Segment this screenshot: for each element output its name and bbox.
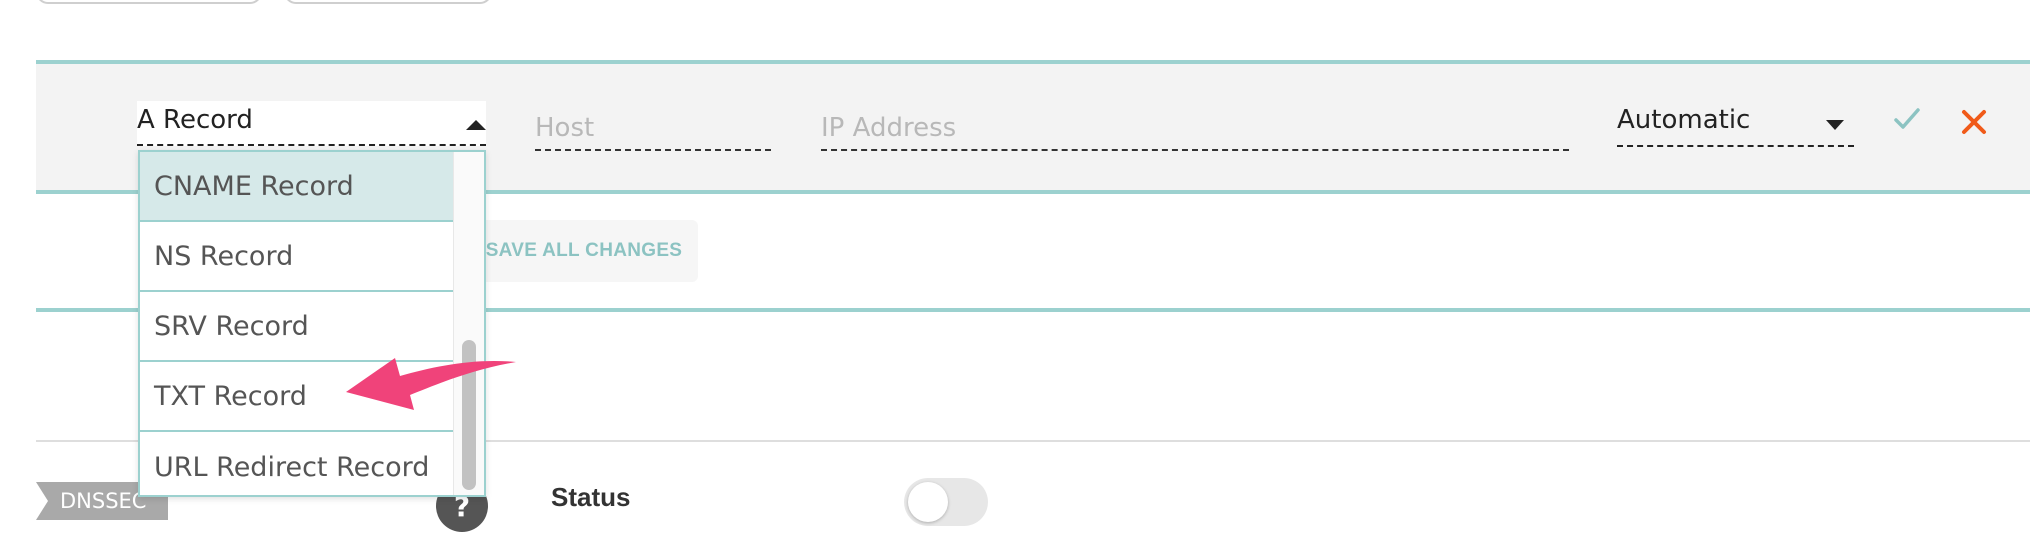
host-placeholder: Host <box>535 113 595 143</box>
caret-down-icon <box>1826 120 1844 130</box>
check-icon[interactable] <box>1893 105 1921 133</box>
status-label: Status <box>551 482 631 512</box>
host-input[interactable]: Host <box>535 105 771 151</box>
top-button-left[interactable] <box>36 0 262 4</box>
ip-address-input[interactable]: IP Address <box>821 105 1569 151</box>
dropdown-scrollbar[interactable] <box>453 152 484 495</box>
caret-up-icon <box>466 120 486 130</box>
record-type-select[interactable]: A Record <box>137 101 486 146</box>
close-icon[interactable] <box>1960 108 1988 136</box>
option-url-redirect-record[interactable]: URL Redirect Record <box>140 432 456 495</box>
dnssec-status-toggle[interactable] <box>904 478 988 526</box>
annotation-arrow <box>346 358 516 410</box>
ip-address-placeholder: IP Address <box>821 113 957 143</box>
record-type-value: A Record <box>137 105 253 135</box>
ttl-value: Automatic <box>1617 105 1751 135</box>
save-all-changes-button[interactable]: SAVE ALL CHANGES <box>470 220 698 282</box>
top-button-right[interactable] <box>284 0 492 4</box>
ttl-select[interactable]: Automatic <box>1617 101 1854 147</box>
toggle-knob <box>908 482 948 522</box>
record-type-dropdown: CNAME Record NS Record SRV Record TXT Re… <box>138 150 486 497</box>
option-ns-record[interactable]: NS Record <box>140 222 456 292</box>
dns-records-page: A Record Host IP Address Automatic SAVE … <box>0 0 2040 534</box>
option-cname-record[interactable]: CNAME Record <box>140 152 456 222</box>
dnssec-label: DNSSEC <box>60 489 147 513</box>
